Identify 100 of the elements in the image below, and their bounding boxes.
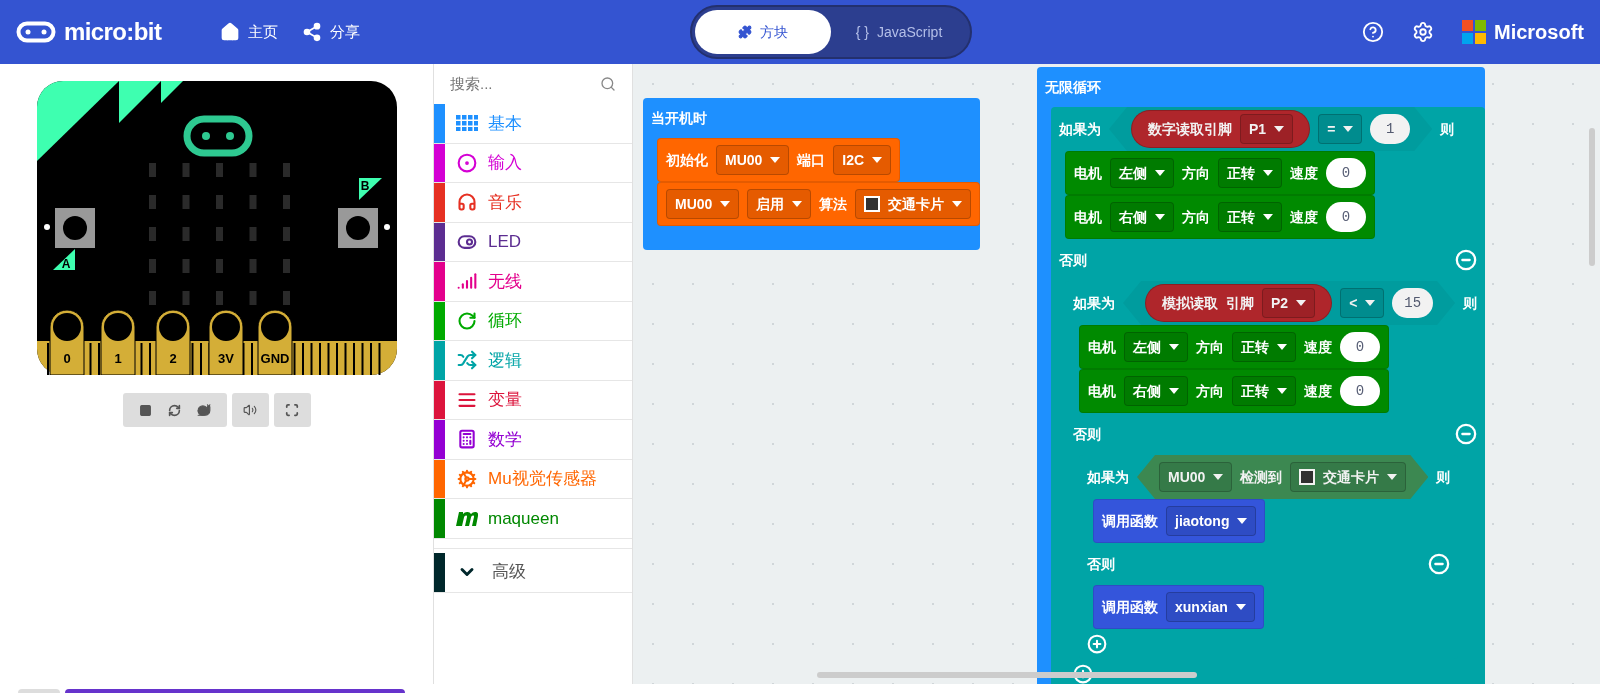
category-item[interactable]: 变量 <box>434 380 632 420</box>
horizontal-scrollbar[interactable] <box>817 672 1197 678</box>
category-item[interactable]: 逻辑 <box>434 341 632 381</box>
logo-icon <box>16 21 56 43</box>
condition-block[interactable]: 模拟读取 引脚 P2 < 15 <box>1123 281 1456 325</box>
statement-block[interactable]: 电机 左侧 方向 正转 速度 0 <box>1079 325 1389 369</box>
statement-block[interactable]: 调用函数 jiaotong <box>1093 499 1266 543</box>
statement-block[interactable]: 电机 右侧 方向 正转 速度 0 <box>1079 369 1389 413</box>
mute-button[interactable] <box>231 393 269 427</box>
number-field[interactable]: 0 <box>1326 202 1366 232</box>
block-dropdown[interactable]: 交通卡片 <box>1290 462 1407 492</box>
block-dropdown[interactable]: xunxian <box>1166 592 1255 622</box>
snail-icon[interactable] <box>196 403 211 417</box>
block-dropdown[interactable]: 左侧 <box>1110 158 1174 188</box>
fullscreen-button[interactable] <box>273 393 311 427</box>
block-dropdown[interactable]: P2 <box>1262 288 1316 318</box>
block-dropdown[interactable]: 正转 <box>1218 158 1282 188</box>
reporter-block[interactable]: 模拟读取 引脚 P2 <box>1145 284 1333 322</box>
block-label: 电机 <box>1074 163 1102 183</box>
statement-block[interactable]: MU00 启用 算法 交通卡片 <box>657 182 981 226</box>
block-dropdown[interactable]: MU00 <box>1159 462 1233 492</box>
block-label: 方向 <box>1182 207 1210 227</box>
category-item[interactable]: 音乐 <box>434 183 632 223</box>
block-dropdown[interactable]: I2C <box>833 145 892 175</box>
block-dropdown[interactable]: 交通卡片 <box>855 189 972 219</box>
statement-block[interactable]: 电机 左侧 方向 正转 速度 0 <box>1065 151 1375 195</box>
category-item[interactable]: 数学 <box>434 420 632 460</box>
button-label: B <box>360 179 369 193</box>
category-item[interactable]: 基本 <box>434 104 632 144</box>
rotate-icon <box>456 310 477 331</box>
nav-link[interactable]: 分享 <box>302 20 360 44</box>
condition-block[interactable]: MU00 检测到 交通卡片 <box>1137 455 1429 499</box>
block-label: 无限循环 <box>1045 77 1101 97</box>
statement-block[interactable]: 初始化 MU00 端口 I2C <box>657 138 901 182</box>
category-item[interactable]: maqueen <box>434 499 632 539</box>
number-field[interactable]: 0 <box>1326 158 1366 188</box>
signal-icon <box>456 271 477 292</box>
reporter-block[interactable]: 数字读取引脚 P1 <box>1131 110 1311 148</box>
block-label: 否则 <box>1087 554 1115 574</box>
number-field[interactable]: 0 <box>1340 332 1380 362</box>
add-icon[interactable] <box>1087 634 1107 654</box>
puzzle-icon <box>738 25 752 39</box>
editor-tab[interactable]: { } JavaScript <box>831 10 967 54</box>
block-label: 则 <box>1440 119 1455 139</box>
block-label: 方向 <box>1182 163 1210 183</box>
caret-icon <box>720 201 731 207</box>
block-dropdown[interactable]: 正转 <box>1232 376 1296 406</box>
block-label: 速度 <box>1290 207 1318 227</box>
stop-icon[interactable] <box>138 403 152 417</box>
editor-tab[interactable]: 方块 <box>695 10 831 54</box>
restart-icon[interactable] <box>167 403 181 417</box>
microbit-board-drawing[interactable]: 0 1 2 3V GND A B <box>36 81 397 375</box>
caret-icon <box>1169 344 1179 350</box>
forever-block[interactable]: 无限循环 如果为 数字读取引脚 P1 = 1 则 电机 左侧 方向 正转 速度 0 电机 右侧 方向 正转 速度 0 否则 如果为 模拟读取 引脚 P2 < 15 则 电机 左侧 方向 正转 速度 0 电机 右侧 方向 正转 速度 0 否则 如果为 MU00 检测到 交通卡片 则 调用函数 jiaotong 否则 调用函数 xunxian <box>1037 67 1486 684</box>
category-item[interactable]: 循环 <box>434 301 632 341</box>
caret-icon <box>792 201 803 207</box>
number-field[interactable]: 15 <box>1392 288 1434 318</box>
block-dropdown[interactable]: = <box>1318 114 1363 144</box>
remove-icon[interactable] <box>1455 249 1478 271</box>
if-block[interactable]: 如果为 数字读取引脚 P1 = 1 则 电机 左侧 方向 正转 速度 0 电机 右侧 方向 正转 速度 0 否则 如果为 模拟读取 引脚 P2 < 15 则 电机 左侧 方向 正转 速度 0 电机 右侧 方向 正转 速度 0 否则 如果为 MU00 检测到 交通卡片 则 调用函数 jiaotong 否则 调用函数 xunxian <box>1051 107 1486 684</box>
block-dropdown[interactable]: 左侧 <box>1124 332 1188 362</box>
block-dropdown[interactable]: < <box>1340 288 1385 318</box>
microsoft-logo-icon <box>1462 20 1486 44</box>
block-dropdown[interactable]: jiaotong <box>1166 506 1257 536</box>
category-item[interactable]: 输入 <box>434 143 632 183</box>
remove-icon[interactable] <box>1428 553 1451 575</box>
vertical-scrollbar[interactable] <box>1589 128 1595 266</box>
condition-block[interactable]: 数字读取引脚 P1 = 1 <box>1109 107 1433 151</box>
category-item[interactable]: 无线 <box>434 262 632 302</box>
caret-icon <box>1213 474 1224 480</box>
remove-icon[interactable] <box>1455 423 1478 445</box>
logo-text: micro:bit <box>64 17 162 47</box>
statement-block[interactable]: 电机 右侧 方向 正转 速度 0 <box>1065 195 1375 239</box>
caret-icon <box>1235 604 1246 610</box>
category-item[interactable]: 高级 <box>434 552 632 593</box>
block-dropdown[interactable]: 正转 <box>1218 202 1282 232</box>
category-item[interactable]: LED <box>434 222 632 262</box>
block-dropdown[interactable]: 正转 <box>1232 332 1296 362</box>
start-block[interactable]: 当开机时 初始化 MU00 端口 I2C MU00 启用 算法 交通卡片 <box>643 98 981 250</box>
block-dropdown[interactable]: MU00 <box>666 189 740 219</box>
settings-icon[interactable] <box>1412 21 1434 43</box>
block-label: 如果为 <box>1073 293 1115 313</box>
search-field[interactable]: 搜索... <box>450 72 592 96</box>
shuffle-icon <box>456 350 477 371</box>
block-label: 速度 <box>1290 163 1318 183</box>
block-dropdown[interactable]: 启用 <box>747 189 812 219</box>
fullscreen-icon <box>285 403 299 417</box>
block-dropdown[interactable]: 右侧 <box>1110 202 1174 232</box>
number-field[interactable]: 0 <box>1340 376 1380 406</box>
block-label: 数字读取引脚 <box>1148 119 1232 139</box>
block-dropdown[interactable]: P1 <box>1240 114 1294 144</box>
nav-link[interactable]: 主页 <box>220 20 278 44</box>
caret-icon <box>1343 126 1354 132</box>
statement-block[interactable]: 调用函数 xunxian <box>1093 585 1264 629</box>
block-dropdown[interactable]: 右侧 <box>1124 376 1188 406</box>
block-dropdown[interactable]: MU00 <box>716 145 790 175</box>
help-icon[interactable] <box>1362 21 1384 43</box>
block-label: 调用函数 <box>1102 511 1158 531</box>
number-field[interactable]: 1 <box>1370 114 1411 144</box>
caret-icon <box>1155 170 1165 176</box>
